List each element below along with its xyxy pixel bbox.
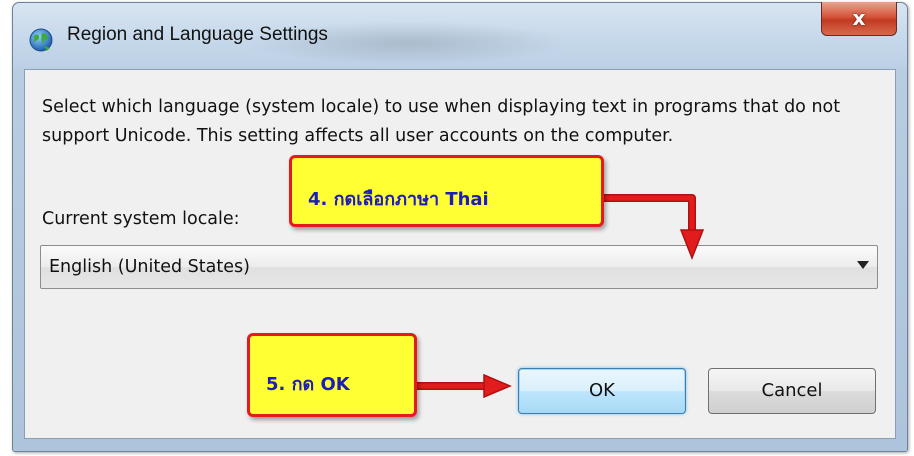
title-bar[interactable]: Region and Language Settings x bbox=[13, 2, 907, 69]
ok-button[interactable]: OK bbox=[518, 368, 686, 414]
selected-locale: English (United States) bbox=[49, 257, 250, 277]
dialog-window: Region and Language Settings x Select wh… bbox=[12, 2, 908, 452]
close-icon: x bbox=[852, 6, 866, 30]
description-text: Select which language (system locale) to… bbox=[42, 97, 841, 146]
locale-label: Current system locale: bbox=[42, 209, 240, 229]
chevron-down-icon[interactable] bbox=[857, 261, 869, 269]
close-button[interactable]: x bbox=[821, 2, 897, 36]
annotation-step-4: 4. กดเลือกภาษา Thai bbox=[289, 155, 604, 227]
cancel-button[interactable]: Cancel bbox=[708, 368, 876, 414]
dialog-content: Select which language (system locale) to… bbox=[24, 69, 896, 439]
system-locale-dropdown[interactable]: English (United States) bbox=[40, 245, 878, 289]
window-title: Region and Language Settings bbox=[67, 24, 328, 45]
annotation-step-5: 5. กด OK bbox=[247, 333, 417, 417]
globe-icon bbox=[29, 28, 53, 52]
